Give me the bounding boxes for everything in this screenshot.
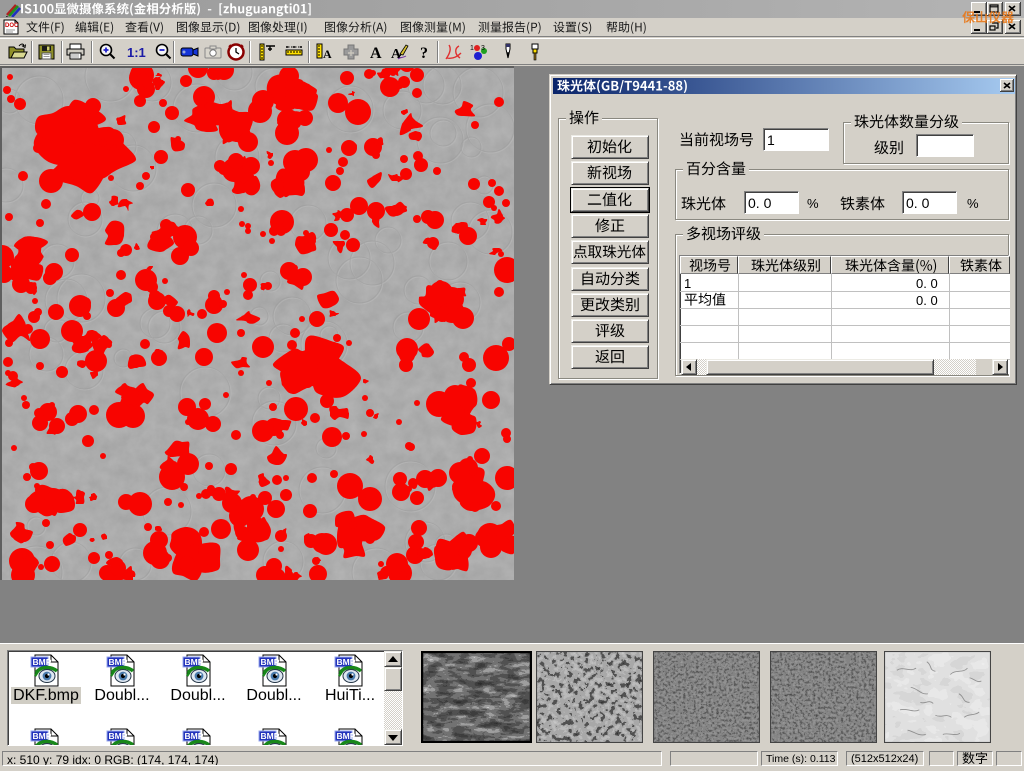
svg-text:3: 3 <box>481 45 485 52</box>
svg-text:BMP: BMP <box>33 731 52 741</box>
svg-text:BMP: BMP <box>185 731 204 741</box>
svg-text:DOC: DOC <box>5 23 19 29</box>
svg-text:BMP: BMP <box>109 731 128 741</box>
svg-text:BMP: BMP <box>33 657 52 667</box>
svg-text:BMP: BMP <box>185 657 204 667</box>
svg-text:1:1: 1:1 <box>127 45 146 60</box>
svg-text:A: A <box>370 45 382 62</box>
svg-text:?: ? <box>420 45 428 62</box>
svg-text:BMP: BMP <box>109 657 128 667</box>
svg-text:1: 1 <box>470 45 474 52</box>
svg-text:A: A <box>323 47 332 61</box>
svg-text:BMP: BMP <box>337 731 356 741</box>
svg-text:BMP: BMP <box>337 657 356 667</box>
svg-text:BMP: BMP <box>261 731 280 741</box>
svg-text:BMP: BMP <box>261 657 280 667</box>
